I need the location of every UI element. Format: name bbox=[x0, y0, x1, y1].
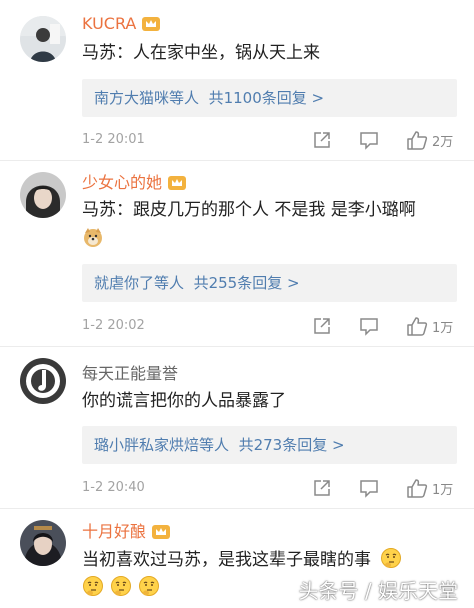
comment-text: 当初喜欢过马苏，是我这辈子最瞎的事 bbox=[82, 547, 402, 576]
reply-summary[interactable]: 璐小胖私家烘焙等人 共273条回复 > bbox=[82, 426, 457, 464]
comment-time: 1-2 20:02 bbox=[82, 318, 145, 333]
avatar[interactable] bbox=[20, 520, 66, 566]
like-button[interactable]: 2万 bbox=[406, 128, 453, 152]
comment-meta: 1-2 20:40 1万 bbox=[82, 476, 474, 500]
reply-count[interactable]: 共1100条回复 > bbox=[209, 89, 325, 107]
reply-users[interactable]: 璐小胖私家烘焙等人 bbox=[94, 436, 229, 454]
reply-count[interactable]: 共255条回复 > bbox=[194, 274, 300, 292]
username-text[interactable]: 每天正能量誉 bbox=[82, 364, 178, 384]
username-text[interactable]: 少女心的她 bbox=[82, 173, 162, 193]
crown-badge-icon bbox=[168, 175, 187, 191]
thinking-emoji-icon bbox=[110, 575, 132, 601]
reply-summary[interactable]: 就虐你了等人 共255条回复 > bbox=[82, 264, 457, 302]
thinking-emoji-icon bbox=[82, 575, 104, 601]
like-count: 2万 bbox=[432, 134, 454, 150]
thinking-emoji-icon bbox=[138, 575, 160, 601]
comment-time: 1-2 20:01 bbox=[82, 132, 145, 147]
avatar[interactable] bbox=[20, 172, 66, 218]
username[interactable]: 十月好酿 bbox=[82, 522, 171, 542]
avatar[interactable] bbox=[20, 16, 66, 62]
avatar[interactable] bbox=[20, 358, 66, 404]
comment-icon[interactable] bbox=[359, 314, 379, 338]
reply-users[interactable]: 南方大猫咪等人 bbox=[94, 89, 199, 107]
comment-text-body: 当初喜欢过马苏，是我这辈子最瞎的事 bbox=[82, 550, 371, 570]
comment-time: 1-2 20:40 bbox=[82, 480, 145, 495]
like-icon bbox=[407, 479, 428, 498]
username-text[interactable]: 十月好酿 bbox=[82, 522, 146, 542]
comment-meta: 1-2 20:02 1万 bbox=[82, 314, 474, 338]
comment-meta: 1-2 20:01 2万 bbox=[82, 128, 474, 152]
username[interactable]: KUCRA bbox=[82, 14, 161, 34]
comment-text: 你的谎言把你的人品暴露了 bbox=[82, 391, 286, 411]
comment-icon[interactable] bbox=[359, 128, 379, 152]
doge-emoji-icon bbox=[82, 226, 104, 252]
comment-icon[interactable] bbox=[359, 476, 379, 500]
like-count: 1万 bbox=[432, 482, 454, 498]
username-text[interactable]: KUCRA bbox=[82, 14, 136, 34]
divider bbox=[0, 160, 474, 161]
share-icon[interactable] bbox=[312, 128, 332, 152]
watermark: 头条号 / 娱乐天堂 bbox=[298, 579, 458, 603]
reply-summary[interactable]: 南方大猫咪等人 共1100条回复 > bbox=[82, 79, 457, 117]
username[interactable]: 每天正能量誉 bbox=[82, 364, 178, 384]
share-icon[interactable] bbox=[312, 476, 332, 500]
comment-text: 马苏：人在家中坐，锅从天上来 bbox=[82, 43, 320, 63]
reply-count[interactable]: 共273条回复 > bbox=[239, 436, 345, 454]
emoji-line bbox=[82, 575, 160, 601]
share-icon[interactable] bbox=[312, 314, 332, 338]
username[interactable]: 少女心的她 bbox=[82, 173, 187, 193]
crown-badge-icon bbox=[142, 16, 161, 32]
like-button[interactable]: 1万 bbox=[406, 476, 453, 500]
like-button[interactable]: 1万 bbox=[406, 314, 453, 338]
like-icon bbox=[407, 317, 428, 336]
reply-users[interactable]: 就虐你了等人 bbox=[94, 274, 184, 292]
crown-badge-icon bbox=[152, 524, 171, 540]
comment-text: 马苏：跟皮几万的那个人 不是我 是李小璐啊 bbox=[82, 200, 416, 220]
divider bbox=[0, 346, 474, 347]
thinking-emoji-icon bbox=[380, 547, 402, 576]
emoji-line bbox=[82, 226, 104, 252]
divider bbox=[0, 508, 474, 509]
like-count: 1万 bbox=[432, 320, 454, 336]
like-icon bbox=[407, 131, 428, 150]
